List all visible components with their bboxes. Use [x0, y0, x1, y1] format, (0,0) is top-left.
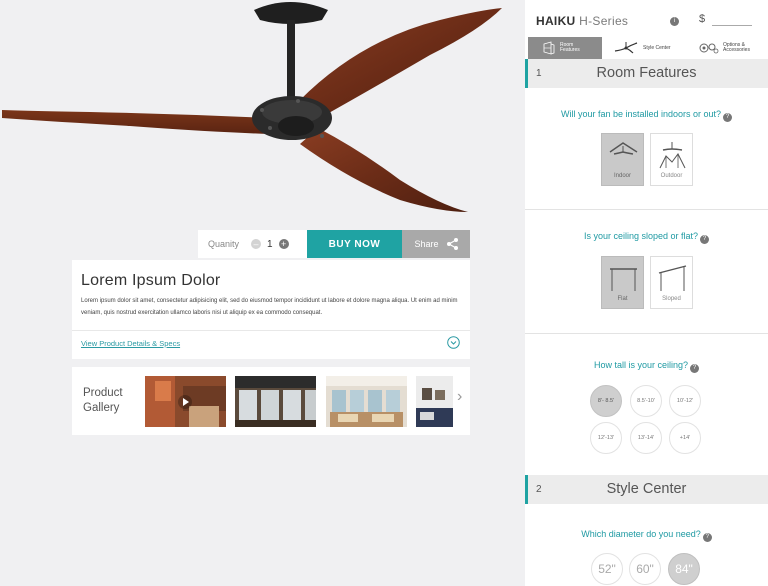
- configurator-panel: HAIKU H-Series i $ Room Features Style C…: [525, 0, 768, 586]
- purchase-bar: Quanity – 1 + BUY NOW Share: [198, 230, 470, 258]
- diameter-question: Which diameter do you need??: [525, 529, 768, 542]
- section-header-style-center[interactable]: Style Center 2: [525, 475, 768, 504]
- info-icon[interactable]: i: [670, 17, 679, 26]
- height-option[interactable]: 10'-12': [669, 385, 701, 417]
- diameter-option[interactable]: 84": [668, 553, 700, 585]
- product-description: Lorem ipsum dolor sit amet, consectetur …: [81, 298, 458, 316]
- tab-label: Options & Accessories: [723, 42, 750, 53]
- indoor-icon: [609, 142, 638, 155]
- question-text: Will your fan be installed indoors or ou…: [560, 109, 722, 119]
- location-question: Will your fan be installed indoors or ou…: [525, 109, 768, 122]
- diameter-option[interactable]: 60": [629, 553, 661, 585]
- tab-style-center[interactable]: Style Center: [602, 37, 682, 59]
- gallery-thumbnail[interactable]: [235, 376, 316, 427]
- quantity-label: Quanity: [208, 239, 240, 249]
- question-text: Is your ceiling sloped or flat?: [583, 231, 699, 241]
- option-label: Indoor: [613, 173, 631, 179]
- tab-options-accessories[interactable]: Options & Accessories: [682, 37, 768, 59]
- height-option[interactable]: 13'-14': [630, 422, 662, 454]
- diameter-option[interactable]: 52": [591, 553, 623, 585]
- product-area: Quanity – 1 + BUY NOW Share Lorem Ipsum …: [0, 0, 524, 586]
- height-option[interactable]: 8.5'-10': [630, 385, 662, 417]
- divider: [525, 333, 768, 334]
- sloped-ceiling-option[interactable]: Sloped: [650, 256, 693, 309]
- decrease-quantity-button[interactable]: –: [251, 239, 262, 249]
- chevron-down-icon[interactable]: [447, 336, 460, 349]
- quantity-stepper[interactable]: Quanity – 1 +: [198, 230, 307, 258]
- outdoor-icon: [659, 142, 686, 169]
- help-icon[interactable]: ?: [702, 533, 712, 542]
- height-option[interactable]: 8'- 8.5': [590, 385, 622, 417]
- question-text: Which diameter do you need?: [581, 529, 701, 539]
- sloped-ceiling-icon: [658, 265, 687, 291]
- brand-name: HAIKU: [536, 14, 576, 28]
- brand-title: HAIKU H-Series: [536, 14, 628, 28]
- height-option[interactable]: 12'-13': [590, 422, 622, 454]
- tab-room-features[interactable]: Room Features: [528, 37, 602, 59]
- series-name: H-Series: [579, 14, 629, 28]
- gears-icon: [699, 43, 719, 54]
- section-number: 1: [536, 68, 542, 79]
- option-label: Sloped: [662, 296, 681, 302]
- question-text: How tall is your ceiling?: [593, 360, 689, 370]
- share-button[interactable]: Share: [402, 230, 470, 258]
- divider: [72, 330, 470, 331]
- quantity-value: 1: [267, 238, 273, 250]
- gallery-video-thumbnail[interactable]: [145, 376, 226, 427]
- section-title: Room Features: [596, 65, 697, 81]
- section-title: Style Center: [606, 481, 687, 497]
- buy-now-button[interactable]: BUY NOW: [307, 230, 402, 258]
- outdoor-option[interactable]: Outdoor: [650, 133, 693, 186]
- share-label: Share: [414, 239, 439, 249]
- divider: [525, 209, 768, 210]
- ceiling-type-question: Is your ceiling sloped or flat??: [525, 231, 768, 244]
- price-symbol: $: [699, 13, 706, 25]
- config-tabs: Room Features Style Center Options & Acc…: [525, 37, 768, 59]
- flat-ceiling-option[interactable]: Flat: [601, 256, 644, 309]
- flat-ceiling-icon: [610, 268, 637, 291]
- gallery-title: Product Gallery: [83, 387, 123, 414]
- section-number: 2: [536, 484, 542, 495]
- view-details-link[interactable]: View Product Details & Specs: [81, 339, 180, 348]
- product-info-card: Lorem Ipsum Dolor Lorem ipsum dolor sit …: [72, 260, 470, 359]
- room-features-icon: [543, 41, 555, 55]
- gallery-thumbnail[interactable]: [326, 376, 407, 427]
- fan-style-icon: [614, 42, 638, 54]
- help-icon[interactable]: ?: [723, 113, 733, 122]
- indoor-option[interactable]: Indoor: [601, 133, 644, 186]
- price-field: [712, 25, 752, 26]
- product-gallery: Product Gallery ›: [72, 367, 470, 435]
- tab-label: Room Features: [560, 42, 580, 53]
- ceiling-height-question: How tall is your ceiling??: [525, 360, 768, 373]
- increase-quantity-button[interactable]: +: [278, 239, 289, 249]
- ceiling-fan-image: [2, 2, 502, 212]
- section-header-room-features[interactable]: Room Features 1: [525, 59, 768, 88]
- height-option[interactable]: +14': [669, 422, 701, 454]
- share-icon: [446, 238, 458, 250]
- gallery-thumbnail[interactable]: [416, 376, 453, 427]
- product-title: Lorem Ipsum Dolor: [81, 272, 221, 289]
- chevron-right-icon[interactable]: ›: [457, 388, 462, 406]
- tab-label: Style Center: [643, 44, 671, 51]
- option-label: Outdoor: [660, 173, 683, 179]
- help-icon[interactable]: ?: [700, 235, 710, 244]
- help-icon[interactable]: ?: [690, 364, 700, 373]
- option-label: Flat: [617, 296, 628, 302]
- configurator-header: HAIKU H-Series i $: [525, 0, 768, 37]
